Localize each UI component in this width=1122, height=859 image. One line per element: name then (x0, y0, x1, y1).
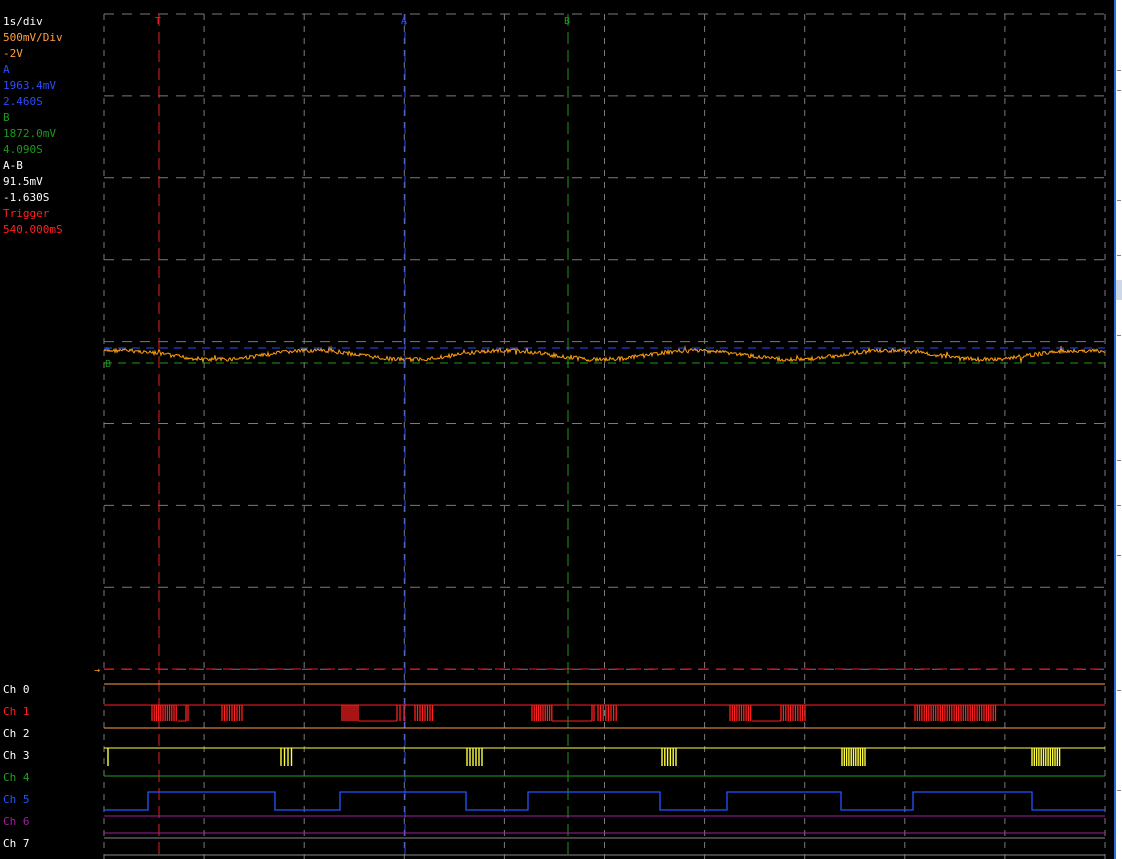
cursor-a-time: 2.460S (3, 95, 43, 108)
panel-tick (1117, 255, 1121, 256)
delta-voltage: 91.5mV (3, 175, 43, 188)
channel-4-label[interactable]: Ch 4 (3, 772, 30, 784)
channel-0-label[interactable]: Ch 0 (3, 684, 30, 696)
cursor-b-level-marker: B (105, 359, 111, 370)
delta-label: A-B (3, 159, 23, 172)
panel-tick (1117, 555, 1121, 556)
measurement-readout: 1s/div 500mV/Div -2V A 1963.4mV 2.460S B… (3, 14, 103, 238)
cursor-a-voltage: 1963.4mV (3, 79, 56, 92)
oscilloscope-display[interactable]: B ▸ → (0, 0, 1114, 859)
panel-tick (1117, 460, 1121, 461)
channel-7-label[interactable]: Ch 7 (3, 838, 30, 850)
channel-1-label[interactable]: Ch 1 (3, 706, 30, 718)
panel-tick (1117, 790, 1121, 791)
cursor-b-label: B (3, 111, 10, 124)
panel-tick (1117, 505, 1121, 506)
delta-time: -1.630S (3, 191, 50, 204)
channel-2-label[interactable]: Ch 2 (3, 728, 30, 740)
panel-border (1114, 0, 1116, 859)
cursor-b-time: 4.090S (3, 143, 43, 156)
cursor-b-voltage: 1872.0mV (3, 127, 56, 140)
volts-per-div-value: 500mV/Div (3, 31, 63, 44)
panel-tick (1117, 200, 1121, 201)
offset-value: -2V (3, 47, 23, 60)
trigger-cursor-marker[interactable]: T (155, 17, 161, 27)
panel-block (1116, 280, 1122, 300)
channel-3-label[interactable]: Ch 3 (3, 750, 30, 762)
channel-5-label[interactable]: Ch 5 (3, 794, 30, 806)
cursor-a-level-marker: ▸ (105, 344, 110, 354)
trigger-time: 540.000mS (3, 223, 63, 236)
panel-tick (1117, 335, 1121, 336)
trigger-label: Trigger (3, 207, 50, 220)
panel-tick (1117, 70, 1121, 71)
panel-tick (1117, 90, 1121, 91)
cursor-a-label: A (3, 63, 10, 76)
panel-tick (1117, 690, 1121, 691)
trigger-level-marker: → (94, 665, 100, 676)
timebase-value: 1s/div (3, 15, 43, 28)
cursor-a-marker[interactable]: A (401, 17, 407, 27)
cursor-b-marker[interactable]: B (564, 17, 570, 27)
side-panel-edge[interactable] (1114, 0, 1122, 859)
channel-6-label[interactable]: Ch 6 (3, 816, 30, 828)
